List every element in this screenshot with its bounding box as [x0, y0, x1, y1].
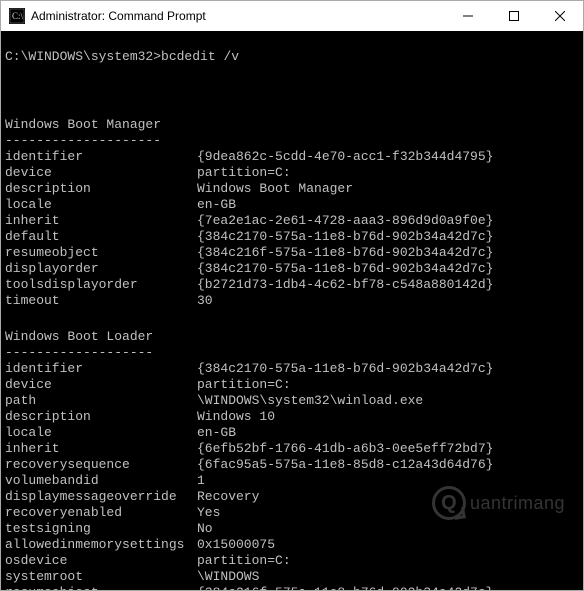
- blank-line: [5, 81, 579, 97]
- kv-value: {384c2170-575a-11e8-b76d-902b34a42d7c}: [197, 361, 493, 376]
- kv-value: {384c2170-575a-11e8-b76d-902b34a42d7c}: [197, 261, 493, 276]
- kv-key: inherit: [5, 213, 197, 229]
- kv-key: description: [5, 181, 197, 197]
- kv-key: recoverysequence: [5, 457, 197, 473]
- kv-value: partition=C:: [197, 377, 291, 392]
- kv-key: identifier: [5, 149, 197, 165]
- kv-key: default: [5, 229, 197, 245]
- kv-row: descriptionWindows 10: [5, 409, 579, 425]
- kv-key: timeout: [5, 293, 197, 309]
- kv-value: {7ea2e1ac-2e61-4728-aaa3-896d9d0a9f0e}: [197, 213, 493, 228]
- kv-key: allowedinmemorysettings: [5, 537, 197, 553]
- kv-row: recoveryenabledYes: [5, 505, 579, 521]
- kv-key: resumeobject: [5, 585, 197, 590]
- kv-value: 1: [197, 473, 205, 488]
- kv-key: description: [5, 409, 197, 425]
- kv-value: partition=C:: [197, 165, 291, 180]
- kv-row: allowedinmemorysettings0x15000075: [5, 537, 579, 553]
- kv-value: {384c216f-575a-11e8-b76d-902b34a42d7c}: [197, 245, 493, 260]
- kv-key: locale: [5, 425, 197, 441]
- kv-row: identifier{9dea862c-5cdd-4e70-acc1-f32b3…: [5, 149, 579, 165]
- kv-row: resumeobject{384c216f-575a-11e8-b76d-902…: [5, 585, 579, 590]
- kv-row: resumeobject{384c216f-575a-11e8-b76d-902…: [5, 245, 579, 261]
- kv-value: No: [197, 521, 213, 536]
- kv-row: descriptionWindows Boot Manager: [5, 181, 579, 197]
- kv-value: {6fac95a5-575a-11e8-85d8-c12a43d64d76}: [197, 457, 493, 472]
- kv-row: timeout30: [5, 293, 579, 309]
- kv-value: Recovery: [197, 489, 259, 504]
- kv-value: en-GB: [197, 425, 236, 440]
- prompt-command: bcdedit /v: [161, 49, 239, 64]
- kv-key: identifier: [5, 361, 197, 377]
- kv-row: osdevicepartition=C:: [5, 553, 579, 569]
- kv-value: \WINDOWS: [197, 569, 259, 584]
- kv-row: systemroot\WINDOWS: [5, 569, 579, 585]
- kv-key: volumebandid: [5, 473, 197, 489]
- titlebar[interactable]: C:\ Administrator: Command Prompt: [1, 1, 583, 31]
- prompt-path: C:\WINDOWS\system32>: [5, 49, 161, 64]
- kv-key: systemroot: [5, 569, 197, 585]
- cmd-icon: C:\: [9, 8, 25, 24]
- kv-value: \WINDOWS\system32\winload.exe: [197, 393, 423, 408]
- kv-key: toolsdisplayorder: [5, 277, 197, 293]
- window-controls: [445, 1, 583, 31]
- kv-row: testsigningNo: [5, 521, 579, 537]
- kv-row: devicepartition=C:: [5, 165, 579, 181]
- kv-row: path\WINDOWS\system32\winload.exe: [5, 393, 579, 409]
- kv-key: inherit: [5, 441, 197, 457]
- kv-value: Yes: [197, 505, 220, 520]
- kv-key: testsigning: [5, 521, 197, 537]
- kv-row: devicepartition=C:: [5, 377, 579, 393]
- maximize-button[interactable]: [491, 1, 537, 31]
- kv-row: volumebandid1: [5, 473, 579, 489]
- kv-key: displaymessageoverride: [5, 489, 197, 505]
- kv-key: osdevice: [5, 553, 197, 569]
- section-title: Windows Boot Loader: [5, 329, 579, 345]
- kv-key: device: [5, 377, 197, 393]
- kv-row: inherit{7ea2e1ac-2e61-4728-aaa3-896d9d0a…: [5, 213, 579, 229]
- close-button[interactable]: [537, 1, 583, 31]
- command-prompt-window: C:\ Administrator: Command Prompt C:\WIN…: [0, 0, 584, 591]
- kv-value: {384c2170-575a-11e8-b76d-902b34a42d7c}: [197, 229, 493, 244]
- kv-value: {384c216f-575a-11e8-b76d-902b34a42d7c}: [197, 585, 493, 590]
- prompt-line: C:\WINDOWS\system32>bcdedit /v: [5, 49, 579, 65]
- kv-value: 0x15000075: [197, 537, 275, 552]
- kv-row: displaymessageoverrideRecovery: [5, 489, 579, 505]
- blank-line: [5, 309, 579, 325]
- kv-row: identifier{384c2170-575a-11e8-b76d-902b3…: [5, 361, 579, 377]
- section-divider: -------------------: [5, 345, 579, 361]
- kv-key: displayorder: [5, 261, 197, 277]
- sections-container: Windows Boot Manager--------------------…: [5, 117, 579, 590]
- section-divider: --------------------: [5, 133, 579, 149]
- kv-row: displayorder{384c2170-575a-11e8-b76d-902…: [5, 261, 579, 277]
- kv-row: inherit{6efb52bf-1766-41db-a6b3-0ee5eff7…: [5, 441, 579, 457]
- kv-value: Windows 10: [197, 409, 275, 424]
- kv-key: device: [5, 165, 197, 181]
- kv-value: {b2721d73-1db4-4c62-bf78-c548a880142d}: [197, 277, 493, 292]
- minimize-button[interactable]: [445, 1, 491, 31]
- kv-value: {9dea862c-5cdd-4e70-acc1-f32b344d4795}: [197, 149, 493, 164]
- window-title: Administrator: Command Prompt: [31, 9, 445, 23]
- kv-row: localeen-GB: [5, 425, 579, 441]
- kv-value: en-GB: [197, 197, 236, 212]
- kv-value: 30: [197, 293, 213, 308]
- kv-key: locale: [5, 197, 197, 213]
- kv-value: partition=C:: [197, 553, 291, 568]
- kv-key: resumeobject: [5, 245, 197, 261]
- kv-row: toolsdisplayorder{b2721d73-1db4-4c62-bf7…: [5, 277, 579, 293]
- kv-value: {6efb52bf-1766-41db-a6b3-0ee5eff72bd7}: [197, 441, 493, 456]
- kv-value: Windows Boot Manager: [197, 181, 353, 196]
- kv-row: localeen-GB: [5, 197, 579, 213]
- kv-row: default{384c2170-575a-11e8-b76d-902b34a4…: [5, 229, 579, 245]
- kv-row: recoverysequence{6fac95a5-575a-11e8-85d8…: [5, 457, 579, 473]
- kv-key: recoveryenabled: [5, 505, 197, 521]
- svg-text:C:\: C:\: [12, 11, 24, 21]
- kv-key: path: [5, 393, 197, 409]
- terminal-output[interactable]: C:\WINDOWS\system32>bcdedit /v Windows B…: [1, 31, 583, 590]
- section-title: Windows Boot Manager: [5, 117, 579, 133]
